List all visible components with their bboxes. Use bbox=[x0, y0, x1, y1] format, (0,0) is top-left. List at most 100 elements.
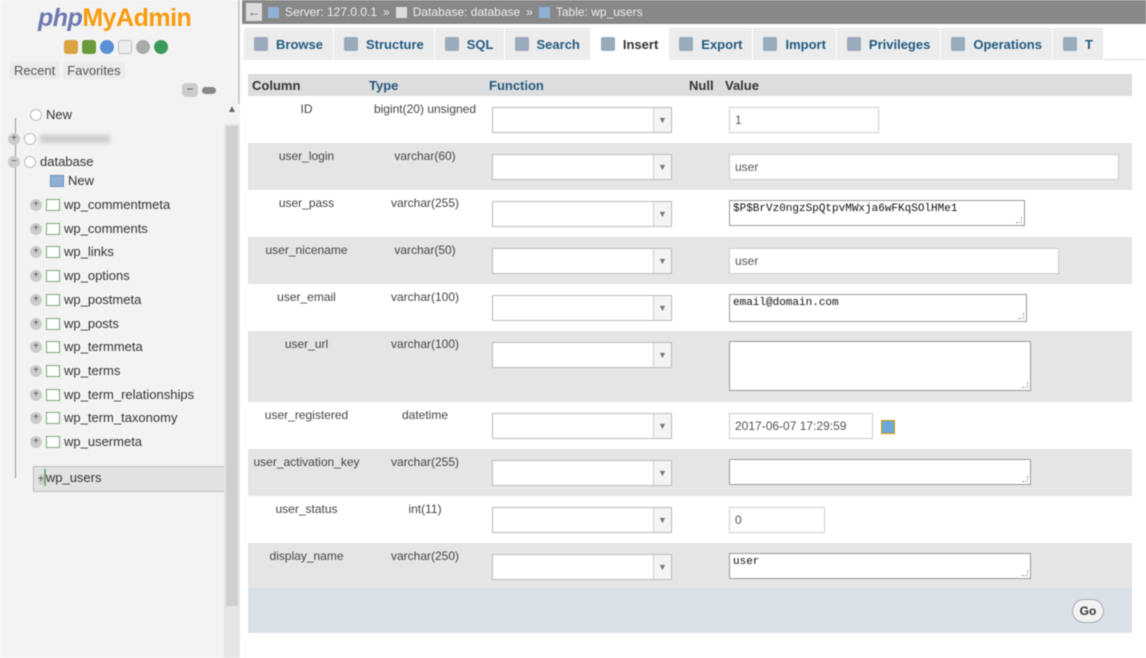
sidebar-table-item[interactable]: + wp_postmeta bbox=[30, 289, 141, 311]
table-row: user_url varchar(100) ▼ bbox=[248, 331, 1132, 402]
reload-icon[interactable] bbox=[154, 40, 168, 54]
sidebar-table-item[interactable]: + wp_terms bbox=[30, 360, 120, 382]
tree-new-database[interactable]: New bbox=[30, 104, 72, 126]
function-select[interactable]: ▼ bbox=[492, 413, 672, 439]
sidebar-table-item[interactable]: + wp_termmeta bbox=[30, 336, 143, 358]
tree-blurred-database[interactable]: + bbox=[8, 128, 110, 150]
expand-icon[interactable]: + bbox=[30, 199, 42, 211]
settings-icon[interactable] bbox=[136, 40, 150, 54]
column-type: int(11) bbox=[365, 496, 485, 543]
function-select[interactable]: ▼ bbox=[492, 248, 672, 274]
tab-operations[interactable]: Operations bbox=[941, 28, 1053, 60]
expand-icon[interactable]: + bbox=[30, 246, 42, 259]
tab-icon bbox=[600, 37, 615, 51]
table-row: user_login varchar(60) ▼ user bbox=[248, 143, 1132, 190]
tab-privileges[interactable]: Privileges bbox=[836, 28, 942, 60]
expand-icon[interactable]: + bbox=[30, 222, 42, 235]
breadcrumb-server[interactable]: Server: 127.0.0.1 bbox=[285, 0, 377, 24]
expand-icon[interactable]: + bbox=[8, 133, 20, 145]
table-row: user_activation_key varchar(255) ▼ bbox=[248, 449, 1132, 496]
chevron-down-icon: ▼ bbox=[653, 508, 671, 532]
value-textarea[interactable] bbox=[729, 341, 1031, 391]
favorites-tab[interactable]: Favorites bbox=[63, 62, 125, 79]
expand-icon[interactable]: + bbox=[30, 364, 42, 377]
sidebar-table-item[interactable]: + wp_options bbox=[30, 265, 130, 287]
tree-new-table[interactable]: New bbox=[50, 170, 94, 192]
tab-sql[interactable]: SQL bbox=[434, 28, 505, 60]
help-icon[interactable] bbox=[100, 40, 114, 54]
tab-import[interactable]: Import bbox=[753, 28, 837, 60]
table-icon bbox=[46, 246, 60, 259]
logout-icon[interactable] bbox=[82, 40, 96, 54]
value-input[interactable]: 2017-06-07 17:29:59 bbox=[729, 413, 873, 439]
function-select[interactable]: ▼ bbox=[492, 554, 672, 580]
scroll-up-icon[interactable]: ▲ bbox=[224, 104, 240, 124]
go-button[interactable]: Go bbox=[1072, 599, 1104, 623]
sidebar-table-item[interactable]: + wp_term_relationships bbox=[30, 384, 194, 406]
table-icon bbox=[46, 199, 60, 211]
breadcrumb-table[interactable]: Table: wp_users bbox=[556, 0, 643, 24]
value-input[interactable]: user bbox=[729, 248, 1059, 274]
value-textarea[interactable] bbox=[729, 459, 1031, 485]
tab-icon bbox=[1062, 37, 1077, 51]
header-function: Function bbox=[485, 74, 685, 96]
function-select[interactable]: ▼ bbox=[492, 460, 672, 486]
null-cell bbox=[685, 402, 721, 449]
tab-insert[interactable]: Insert bbox=[590, 28, 670, 60]
value-input[interactable]: 1 bbox=[729, 107, 879, 133]
function-select[interactable]: ▼ bbox=[492, 507, 672, 533]
insert-form-table: Column Type Function Null Value ID bigint… bbox=[248, 74, 1132, 588]
expand-icon[interactable]: + bbox=[30, 270, 42, 283]
scroll-thumb[interactable] bbox=[226, 126, 238, 606]
quick-icons bbox=[64, 40, 168, 54]
tab-search[interactable]: Search bbox=[504, 28, 591, 60]
function-select[interactable]: ▼ bbox=[492, 154, 672, 180]
value-textarea[interactable]: user bbox=[729, 553, 1031, 579]
function-select[interactable]: ▼ bbox=[492, 342, 672, 368]
collapse-icon[interactable]: − bbox=[8, 156, 20, 168]
link-with-main-icon[interactable] bbox=[202, 87, 216, 94]
collapse-all-button[interactable]: − bbox=[182, 83, 198, 97]
calendar-icon[interactable] bbox=[881, 419, 895, 434]
value-textarea[interactable]: $P$BrVz0ngzSpQtpvMWxja6wFKqSOlHMe1 bbox=[729, 200, 1025, 226]
sidebar-table-item[interactable]: + wp_usermeta bbox=[30, 431, 142, 453]
sidebar-scrollbar[interactable]: ▲ bbox=[224, 104, 240, 658]
expand-icon[interactable]: + bbox=[38, 473, 44, 485]
table-row: user_status int(11) ▼ 0 bbox=[248, 496, 1132, 543]
expand-icon[interactable]: + bbox=[30, 436, 42, 448]
home-icon[interactable] bbox=[64, 40, 78, 54]
column-name: ID bbox=[248, 96, 365, 143]
phpmyadmin-logo[interactable]: phpMyAdmin bbox=[38, 4, 192, 33]
expand-icon[interactable]: + bbox=[30, 317, 42, 330]
column-type: varchar(60) bbox=[365, 143, 485, 190]
expand-icon[interactable]: + bbox=[30, 341, 42, 354]
expand-icon[interactable]: + bbox=[30, 412, 42, 425]
function-select[interactable]: ▼ bbox=[492, 201, 672, 227]
table-row: user_email varchar(100) ▼ email@domain.com bbox=[248, 284, 1132, 331]
header-type: Type bbox=[365, 74, 485, 96]
sidebar-table-item[interactable]: + wp_term_taxonomy bbox=[30, 407, 177, 429]
tab-icon bbox=[254, 37, 268, 51]
docs-icon[interactable] bbox=[118, 40, 132, 54]
function-select[interactable]: ▼ bbox=[492, 295, 672, 321]
tab-structure[interactable]: Structure bbox=[333, 28, 435, 60]
expand-icon[interactable]: + bbox=[30, 388, 42, 401]
sidebar-table-item[interactable]: + wp_users bbox=[33, 465, 229, 492]
expand-icon[interactable]: + bbox=[30, 293, 42, 306]
value-input[interactable]: 0 bbox=[729, 507, 825, 533]
back-arrow-icon[interactable]: ← bbox=[246, 3, 262, 21]
column-type: varchar(255) bbox=[365, 449, 485, 496]
sidebar-table-item[interactable]: + wp_posts bbox=[30, 313, 119, 335]
function-select[interactable]: ▼ bbox=[492, 107, 672, 133]
tab-export[interactable]: Export bbox=[669, 28, 754, 60]
tab-t[interactable]: T bbox=[1052, 28, 1104, 60]
null-cell bbox=[685, 237, 721, 284]
sidebar-table-item[interactable]: + wp_comments bbox=[30, 218, 148, 240]
value-input[interactable]: user bbox=[729, 154, 1119, 180]
value-textarea[interactable]: email@domain.com bbox=[729, 294, 1027, 322]
tab-browse[interactable]: Browse bbox=[244, 28, 334, 60]
recent-tab[interactable]: Recent bbox=[10, 62, 60, 79]
sidebar-table-item[interactable]: + wp_commentmeta bbox=[30, 194, 170, 216]
breadcrumb-database[interactable]: Database: database bbox=[413, 0, 520, 24]
sidebar-table-item[interactable]: + wp_links bbox=[30, 241, 114, 263]
